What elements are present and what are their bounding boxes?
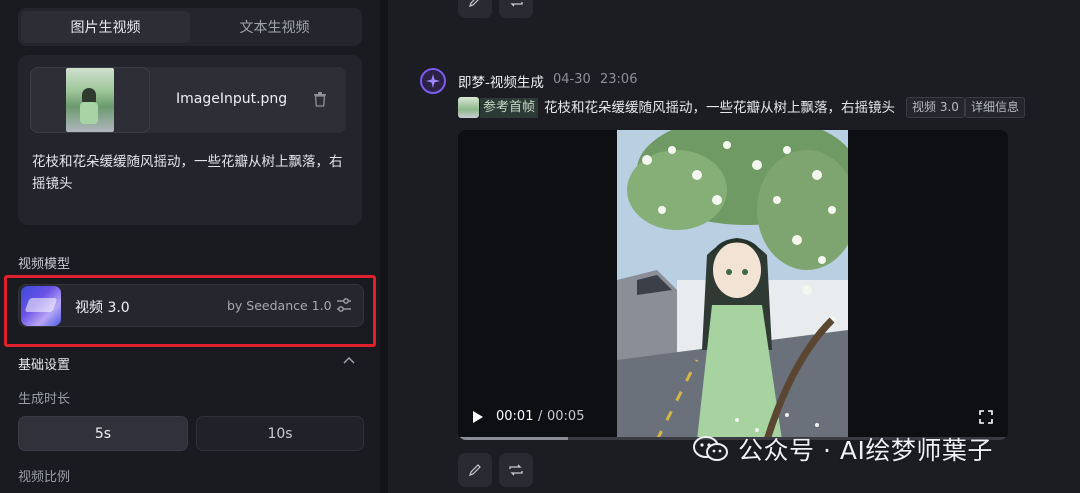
progress-fill	[458, 437, 568, 440]
edit-button-top[interactable]	[458, 0, 492, 18]
bot-avatar	[420, 68, 446, 94]
uploaded-image-thumbnail[interactable]	[30, 67, 150, 133]
details-tag[interactable]: 详细信息	[965, 97, 1026, 118]
repeat-icon	[509, 464, 523, 476]
duration-10s-button[interactable]: 10s	[196, 416, 364, 451]
edit-button[interactable]	[458, 453, 492, 487]
video-frame	[617, 130, 848, 440]
time-separator: /	[538, 409, 543, 424]
prompt-textarea[interactable]: 花枝和花朵缓缓随风摇动，一些花瓣从树上飘落，右摇镜头	[32, 151, 352, 195]
duration-label: 生成时长	[18, 392, 71, 407]
watermark-text: 公众号 · AI绘梦师葉子	[738, 436, 993, 465]
reference-frame-label: 参考首帧	[480, 98, 539, 118]
wechat-icon	[693, 436, 728, 461]
fullscreen-icon[interactable]	[979, 410, 993, 424]
mode-tabs: 图片生视频 文本生视频	[18, 8, 362, 46]
total-time: 00:05	[547, 409, 585, 424]
current-time: 00:01	[496, 409, 534, 424]
regenerate-button[interactable]	[499, 453, 533, 487]
highlight-annotation-box	[4, 275, 376, 347]
file-name: ImageInput.png	[176, 91, 288, 107]
tab-image-to-video[interactable]: 图片生视频	[21, 11, 190, 43]
repeat-icon	[509, 0, 523, 7]
model-tag: 视频 3.0	[906, 97, 965, 118]
duration-5s-button[interactable]: 5s	[18, 416, 188, 451]
video-player[interactable]: 00:01 / 00:05	[458, 130, 1008, 440]
message-date: 04-30	[553, 72, 591, 87]
message-author: 即梦-视频生成	[458, 75, 544, 91]
left-panel: 图片生视频 文本生视频 ImageInput.png 花枝和花朵缓缓随风摇动，一…	[0, 0, 380, 493]
message-prompt: 花枝和花朵缓缓随风摇动，一些花瓣从树上飘落，右摇镜头	[544, 100, 895, 116]
chevron-up-icon[interactable]	[343, 356, 355, 364]
reference-thumbnail[interactable]	[458, 97, 479, 118]
trash-icon[interactable]	[313, 91, 327, 107]
image-thumbnail	[66, 68, 114, 132]
upload-card: ImageInput.png 花枝和花朵缓缓随风摇动，一些花瓣从树上飘落，右摇镜…	[18, 55, 362, 225]
play-icon[interactable]	[472, 410, 484, 424]
pencil-icon	[469, 0, 479, 7]
regenerate-button-top[interactable]	[499, 0, 533, 18]
basic-settings-label: 基础设置	[18, 358, 71, 373]
panel-divider[interactable]	[380, 0, 388, 493]
pencil-icon	[469, 464, 481, 476]
ratio-label: 视频比例	[18, 470, 71, 485]
video-frame-illustration	[617, 130, 848, 440]
sparkle-icon	[426, 74, 440, 88]
tab-text-to-video[interactable]: 文本生视频	[190, 11, 359, 43]
message-time: 23:06	[600, 72, 638, 87]
uploaded-image-row: ImageInput.png	[30, 67, 346, 133]
watermark: 公众号 · AI绘梦师葉子	[692, 432, 993, 466]
video-model-label: 视频模型	[18, 257, 71, 272]
